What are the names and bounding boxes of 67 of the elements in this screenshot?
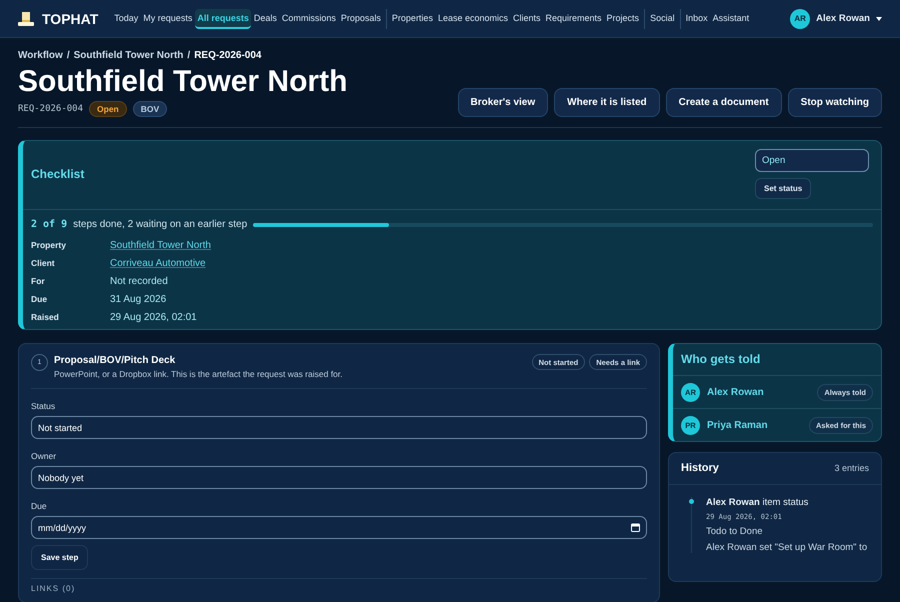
breadcrumb-link[interactable]: REQ-2026-004 xyxy=(194,50,262,61)
breadcrumb-link[interactable]: Southfield Tower North xyxy=(74,50,184,61)
nav-link[interactable]: Today xyxy=(112,8,140,28)
field-label: Status xyxy=(31,401,56,411)
status-badge: Open xyxy=(89,101,127,117)
timeline-dot xyxy=(689,499,694,504)
entry-headline: Alex Rowan item status xyxy=(706,497,810,508)
fact-link[interactable]: Southfield Tower North xyxy=(110,240,211,251)
fact-value: Not recorded xyxy=(110,276,169,287)
breadcrumb-separator: / xyxy=(187,50,190,61)
nav-link[interactable]: Requirements xyxy=(544,8,604,28)
page-title: Southfield Tower North xyxy=(18,65,348,99)
history-count: 3 entries xyxy=(834,463,869,473)
top-hat-icon xyxy=(18,12,34,26)
text-field[interactable]: Not started xyxy=(31,416,647,439)
fact-label: Raised xyxy=(31,312,60,323)
step-description: PowerPoint, or a Dropbox link. This is the artefact the request was raised for. xyxy=(54,369,344,379)
fact-label: Client xyxy=(31,258,56,269)
nav-link[interactable]: Proposals xyxy=(338,8,383,28)
entry-text: Alex Rowan set "Set up War Room" to xyxy=(706,542,868,553)
person-name: Priya Raman xyxy=(707,420,769,431)
fact-value: 31 Aug 2026 xyxy=(110,294,168,305)
field-label: Due xyxy=(31,501,48,511)
user-avatar[interactable]: AR xyxy=(790,8,810,28)
nav-link[interactable]: Assistant xyxy=(710,8,752,28)
fact-link[interactable]: Corriveau Automotive xyxy=(110,258,206,269)
nav-link[interactable]: All requests xyxy=(195,8,251,28)
action-button[interactable]: Create a document xyxy=(666,88,782,117)
calendar-icon[interactable] xyxy=(631,523,640,532)
progress-summary: steps done, 2 waiting on an earlier step xyxy=(73,219,248,230)
brand-name[interactable]: TOPHAT xyxy=(42,10,98,26)
nav-link[interactable]: My requests xyxy=(141,8,194,28)
action-button[interactable]: Broker's view xyxy=(458,88,548,117)
fact-label: Due xyxy=(31,294,48,305)
nav-link[interactable]: Social xyxy=(648,8,677,28)
nav-link[interactable]: Commissions xyxy=(280,8,338,28)
breadcrumb-separator: / xyxy=(66,50,70,61)
links-heading: LINKS (0) xyxy=(31,578,647,593)
card-title: Checklist xyxy=(31,167,84,181)
steps-count: 2 of 9 xyxy=(31,219,68,230)
nav-link[interactable]: Properties xyxy=(390,8,435,28)
action-button[interactable]: Stop watching xyxy=(788,88,882,117)
card-title: Who gets told xyxy=(681,352,762,366)
set-status-button[interactable]: Set status xyxy=(755,178,812,199)
nav-link[interactable]: Projects xyxy=(604,8,642,28)
fact-label: Property xyxy=(31,240,67,251)
type-badge: BOV xyxy=(132,101,168,117)
entry-text: Todo to Done xyxy=(706,526,764,537)
text-field[interactable]: Nobody yet xyxy=(31,466,647,489)
breadcrumb-link[interactable]: Workflow xyxy=(18,50,63,61)
caret-icon[interactable] xyxy=(876,16,882,20)
fact-value: 29 Aug 2026, 02:01 xyxy=(110,312,198,323)
person-name: Alex Rowan xyxy=(707,387,765,398)
nav-link[interactable]: Clients xyxy=(511,8,543,28)
field-label: Owner xyxy=(31,451,58,461)
request-reference: REQ-2026-004 xyxy=(18,104,84,114)
action-button[interactable]: Where it is listed xyxy=(554,88,660,117)
user-name[interactable]: Alex Rowan xyxy=(816,13,870,24)
history-title: History xyxy=(681,462,719,474)
step-title: Proposal/BOV/Pitch Deck xyxy=(54,355,176,366)
nav-link[interactable]: Inbox xyxy=(684,8,710,28)
nav-link[interactable]: Lease economics xyxy=(436,8,510,28)
nav-link[interactable]: Deals xyxy=(252,8,279,28)
date-field[interactable]: mm/dd/yyyy xyxy=(31,516,647,539)
save-step-button[interactable]: Save step xyxy=(31,545,88,570)
status-field[interactable]: Open xyxy=(755,149,869,172)
fact-label: For xyxy=(31,276,46,287)
